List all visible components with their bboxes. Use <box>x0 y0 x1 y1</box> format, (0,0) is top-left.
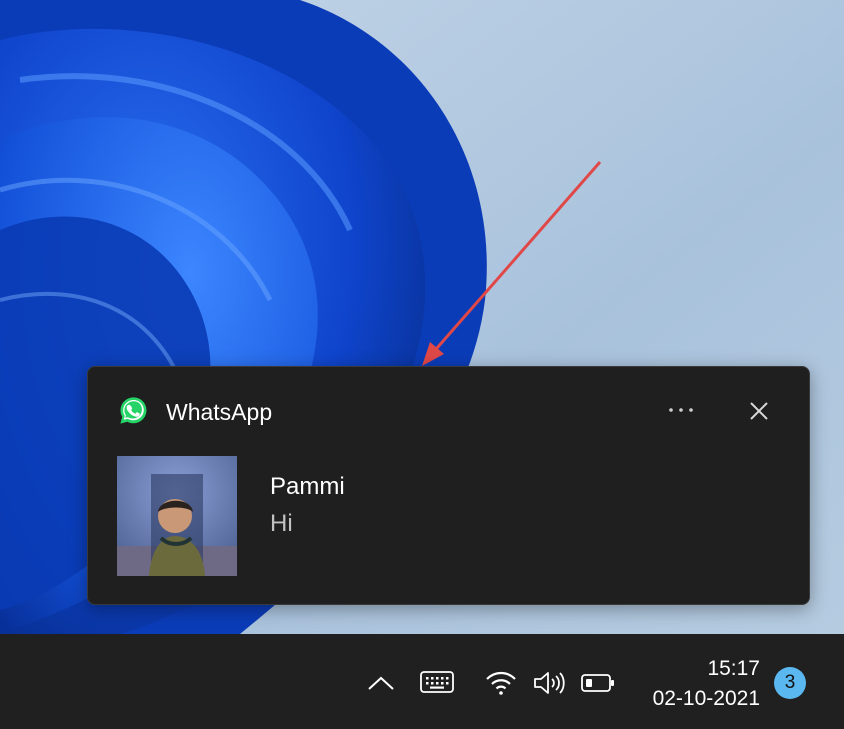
message-text: Hi <box>270 510 293 537</box>
volume-button[interactable] <box>530 666 568 700</box>
chevron-up-icon <box>368 676 394 690</box>
keyboard-icon <box>420 671 454 693</box>
clock-date-button[interactable]: 15:17 02-10-2021 <box>653 654 760 714</box>
clock-date: 02-10-2021 <box>652 687 760 710</box>
touch-keyboard-button[interactable] <box>416 666 458 698</box>
battery-button[interactable] <box>578 668 618 698</box>
sender-name: Pammi <box>270 473 345 500</box>
network-button[interactable] <box>482 666 520 700</box>
speaker-icon <box>534 672 565 694</box>
notification-toast[interactable]: WhatsApp Pammi Hi <box>87 366 810 605</box>
wifi-icon <box>486 671 516 695</box>
close-notification-button[interactable] <box>741 395 777 427</box>
more-options-icon <box>669 408 693 412</box>
close-icon <box>750 402 768 420</box>
more-options-button[interactable] <box>661 395 701 425</box>
show-hidden-icons-button[interactable] <box>362 668 400 698</box>
notification-header: WhatsApp <box>88 367 809 455</box>
whatsapp-icon <box>118 395 149 426</box>
clock-time: 15:17 <box>707 657 760 680</box>
sender-avatar <box>117 456 237 576</box>
notification-center-badge[interactable]: 3 <box>774 667 806 699</box>
notification-app-name: WhatsApp <box>166 399 273 425</box>
battery-icon <box>581 674 614 692</box>
taskbar: 15:17 02-10-2021 3 <box>0 634 844 729</box>
